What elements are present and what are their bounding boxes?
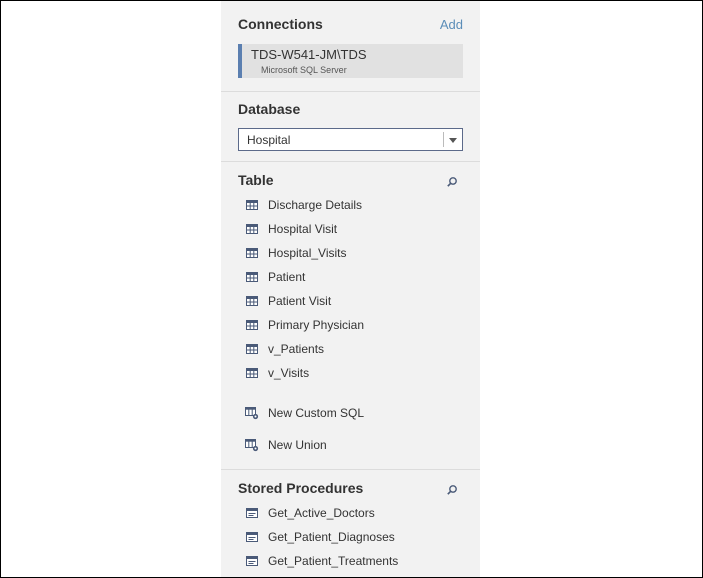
stored-procedures-heading: Stored Procedures [238,480,364,496]
table-item-hospital-visit[interactable]: Hospital Visit [245,219,465,239]
table-item-primary-physician[interactable]: Primary Physician [245,315,465,335]
table-search-icon[interactable] [446,176,458,188]
table-item-label: Hospital Visit [268,222,338,236]
new-custom-sql-button[interactable]: New Custom SQL [245,403,465,423]
procedure-item-get-patient-diagnoses[interactable]: Get_Patient_Diagnoses [245,527,465,547]
add-connection-link[interactable]: Add [440,17,463,32]
table-item-label: Hospital_Visits [268,246,347,260]
union-icon [245,439,259,452]
table-icon [246,224,258,234]
table-item-v-visits[interactable]: v_Visits [245,363,465,383]
connections-heading: Connections [238,16,323,32]
procedure-item-label: Get_Patient_Treatments [268,554,399,568]
procedure-item-label: Get_Active_Doctors [268,506,375,520]
new-union-button[interactable]: New Union [245,435,465,455]
table-item-discharge-details[interactable]: Discharge Details [245,195,465,215]
database-select-value: Hospital [247,133,291,147]
table-item-hospital-visits[interactable]: Hospital_Visits [245,243,465,263]
table-icon [246,344,258,354]
table-heading: Table [238,172,274,188]
procedure-icon [246,556,258,566]
connection-item[interactable]: TDS-W541-JM\TDS Microsoft SQL Server [238,44,463,78]
custom-sql-icon [245,407,259,420]
table-icon [246,272,258,282]
table-icon [246,248,258,258]
table-item-label: v_Patients [268,342,325,356]
procedures-search-icon[interactable] [446,484,458,496]
table-item-patient[interactable]: Patient [245,267,465,287]
window-frame: Connections Add TDS-W541-JM\TDS Microsof… [0,0,703,578]
table-item-label: Patient [268,270,306,284]
new-custom-sql-label: New Custom SQL [268,406,365,420]
table-icon [246,296,258,306]
select-separator [443,132,444,147]
connection-name: TDS-W541-JM\TDS [251,47,367,62]
connection-type: Microsoft SQL Server [261,65,347,75]
table-icon [246,368,258,378]
database-heading: Database [238,101,301,117]
procedure-icon [246,532,258,542]
section-divider [221,91,480,92]
table-item-label: Discharge Details [268,198,363,212]
data-source-panel: Connections Add TDS-W541-JM\TDS Microsof… [221,1,480,577]
table-item-patient-visit[interactable]: Patient Visit [245,291,465,311]
table-item-label: v_Visits [268,366,310,380]
database-select[interactable]: Hospital [238,128,463,151]
section-divider [221,161,480,162]
procedure-icon [246,508,258,518]
procedure-item-get-patient-treatments[interactable]: Get_Patient_Treatments [245,551,465,571]
section-divider [221,469,480,470]
procedure-item-get-active-doctors[interactable]: Get_Active_Doctors [245,503,465,523]
table-item-label: Primary Physician [268,318,365,332]
chevron-down-icon[interactable] [449,138,457,143]
table-item-v-patients[interactable]: v_Patients [245,339,465,359]
new-union-label: New Union [268,438,327,452]
table-item-label: Patient Visit [268,294,332,308]
table-icon [246,200,258,210]
table-icon [246,320,258,330]
procedure-item-label: Get_Patient_Diagnoses [268,530,395,544]
